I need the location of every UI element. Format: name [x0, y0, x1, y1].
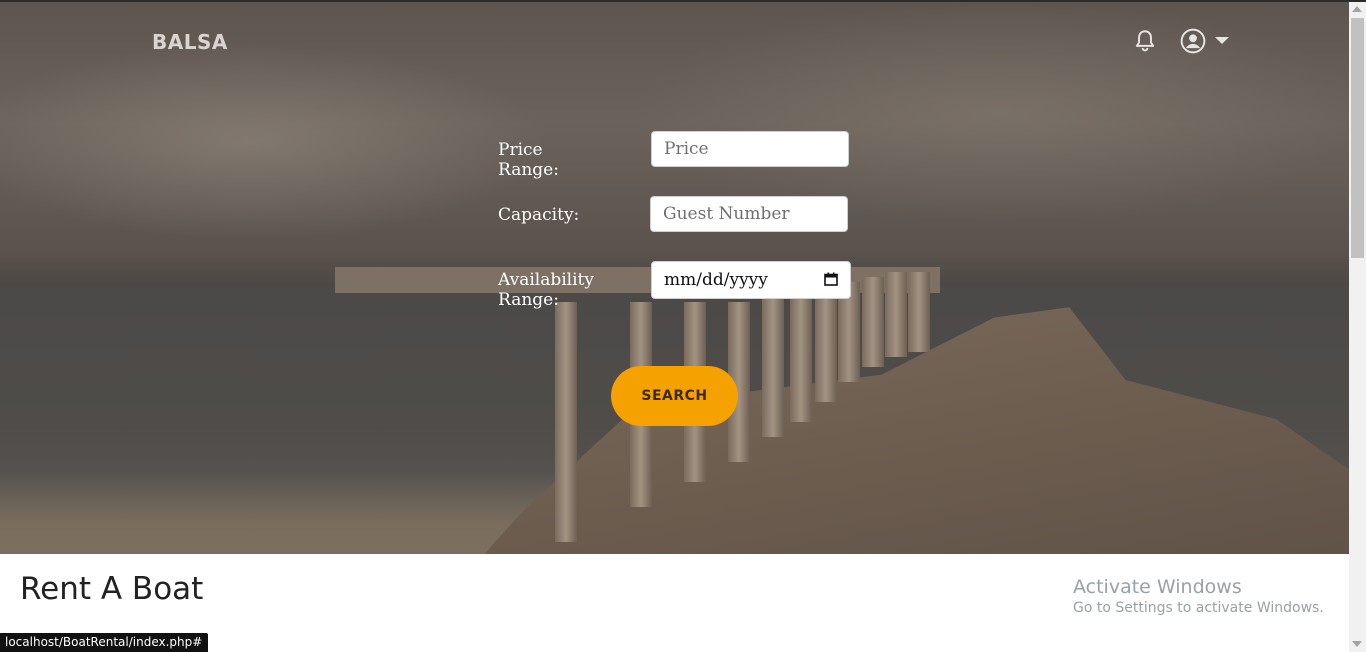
- caret-down-icon[interactable]: [1214, 36, 1230, 46]
- brand-logo[interactable]: BALSA: [152, 30, 228, 54]
- watermark-subtitle: Go to Settings to activate Windows.: [1073, 600, 1324, 616]
- temple-column: [790, 292, 812, 422]
- scroll-up-arrow-icon[interactable]: [1352, 6, 1362, 12]
- user-icon[interactable]: [1180, 28, 1206, 54]
- rent-a-boat-heading: Rent A Boat: [20, 571, 204, 607]
- temple-column: [908, 272, 930, 352]
- temple-column: [555, 302, 577, 542]
- scroll-down-arrow-icon[interactable]: [1352, 641, 1362, 647]
- watermark-title: Activate Windows: [1073, 576, 1242, 598]
- temple-column: [862, 277, 884, 367]
- temple-column: [885, 272, 907, 357]
- price-input[interactable]: Price: [651, 131, 849, 167]
- bell-icon[interactable]: [1132, 28, 1158, 54]
- capacity-label: Capacity:: [498, 205, 580, 225]
- status-bar-url: localhost/BoatRental/index.php#: [0, 633, 209, 652]
- temple-column: [815, 287, 837, 402]
- search-button[interactable]: SEARCH: [611, 366, 738, 426]
- availability-range-label: Availability Range:: [498, 270, 594, 310]
- price-range-label: Price Range:: [498, 140, 559, 180]
- guest-number-input[interactable]: Guest Number: [650, 196, 848, 232]
- activate-windows-watermark: Activate Windows Go to Settings to activ…: [1073, 576, 1324, 616]
- calendar-icon[interactable]: [824, 272, 838, 286]
- temple-column: [762, 292, 784, 437]
- scrollbar-thumb[interactable]: [1351, 18, 1364, 258]
- availability-date-input[interactable]: mm/dd/yyyy: [651, 261, 851, 299]
- date-value: mm/dd/yyyy: [664, 270, 768, 290]
